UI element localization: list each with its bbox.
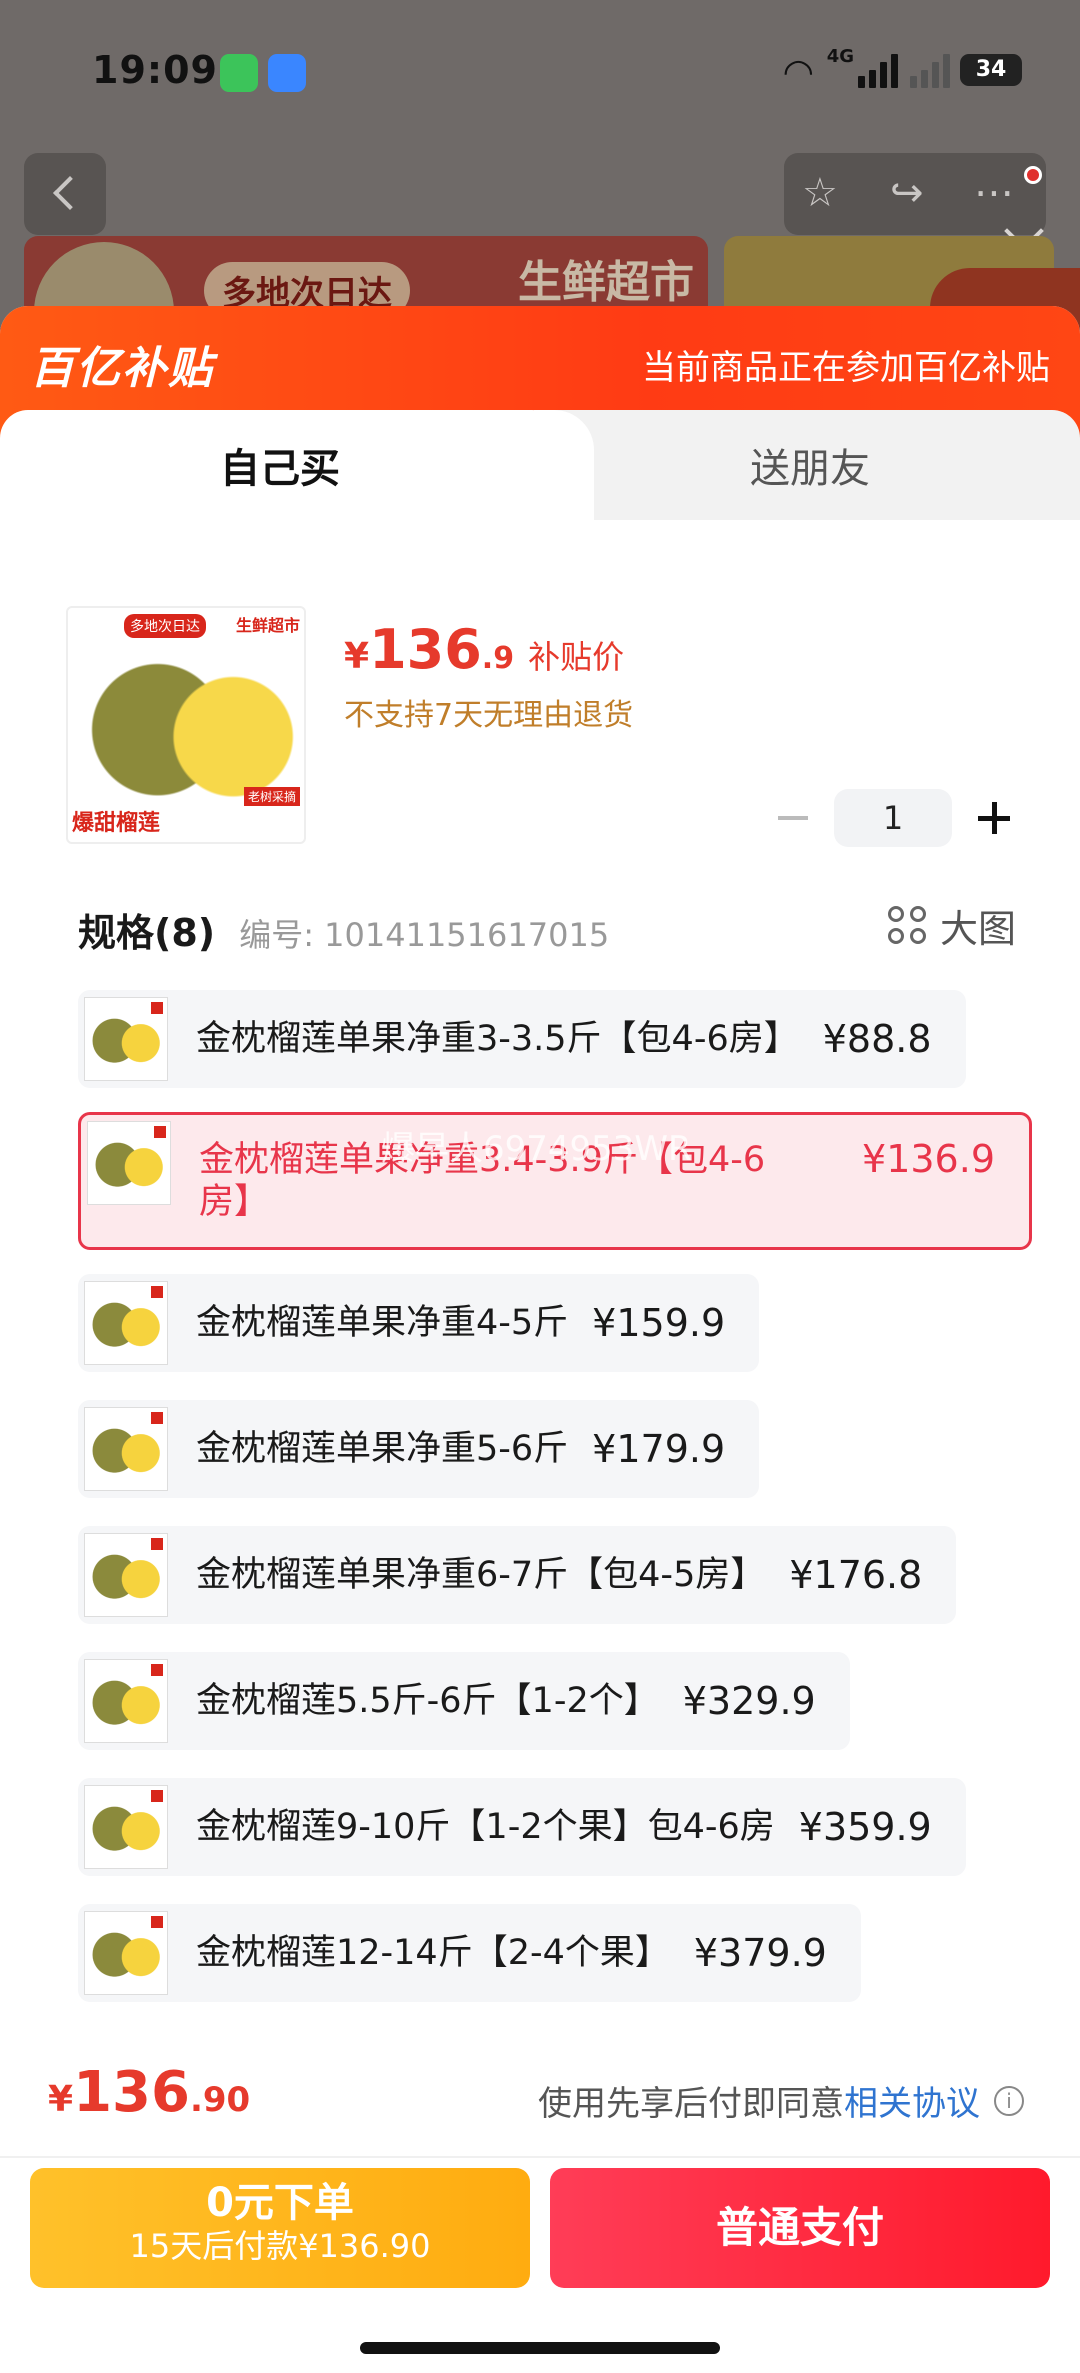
option-name: 金枕榴莲5.5斤-6斤【1-2个】 [196, 1681, 659, 1721]
banner-title: 生鲜超市 [518, 257, 694, 308]
network-type: 4G [826, 46, 854, 67]
divider [0, 2156, 1080, 2158]
option-thumbnail [84, 1659, 168, 1743]
share-icon[interactable]: ↪ [890, 171, 924, 215]
option-thumbnail [84, 1911, 168, 1995]
spec-option[interactable]: 金枕榴莲12-14斤【2-4个果】 ¥379.9 [78, 1904, 861, 2002]
price-integer: 136 [369, 618, 482, 681]
option-name: 金枕榴莲9-10斤【1-2个果】包4-6房 [196, 1807, 775, 1847]
spec-title: 规格(8) [78, 911, 216, 955]
option-thumbnail [87, 1121, 171, 1205]
tab-buy-self[interactable]: 自己买 [0, 410, 594, 520]
quantity-stepper: 1 [772, 788, 1014, 848]
price-decimal: .9 [481, 641, 515, 676]
quantity-value[interactable]: 1 [834, 789, 952, 847]
option-name: 金枕榴莲单果净重3-3.5斤【包4-6房】 [196, 1019, 799, 1059]
signal-bars-secondary-icon [910, 52, 950, 88]
spec-option[interactable]: 金枕榴莲单果净重3-3.5斤【包4-6房】 ¥88.8 [78, 990, 966, 1088]
option-name: 金枕榴莲单果净重6-7斤【包4-5房】 [196, 1555, 766, 1595]
spec-option-selected[interactable]: 金枕榴莲单果净重3.4-3.9斤【包4-6房】 ¥136.9 爆早人697495… [78, 1112, 1032, 1250]
spec-option[interactable]: 金枕榴莲9-10斤【1-2个果】包4-6房 ¥359.9 [78, 1778, 966, 1876]
option-name: 金枕榴莲单果净重3.4-3.9斤【包4-6房】 [199, 1140, 766, 1222]
image-tag: 生鲜超市 [235, 616, 300, 635]
spec-header: 规格(8) 编号: 10141151617015 [78, 902, 609, 957]
tab-label: 自己买 [220, 446, 340, 492]
option-name: 金枕榴莲单果净重4-5斤 [196, 1303, 569, 1343]
signal-bars-icon [858, 52, 898, 88]
option-thumbnail [84, 997, 168, 1081]
checkout-bar: ¥ 136 .90 使用先享后付即同意 相关协议 i 0元下单 15天后付款¥1… [0, 2020, 1080, 2373]
option-price: ¥359.9 [798, 1805, 932, 1849]
return-policy-note: 不支持7天无理由退货 [344, 698, 634, 733]
product-image[interactable]: 多地次日达 生鲜超市 老树采摘 爆甜榴莲 [66, 606, 306, 844]
product-price: ¥ 136 .9 补贴价 [344, 618, 624, 681]
price-label: 补贴价 [528, 638, 625, 676]
total-decimal: .90 [189, 2080, 251, 2120]
app-notification-icon [268, 54, 306, 92]
option-price: ¥136.9 [862, 1137, 995, 1181]
option-thumbnail [84, 1533, 168, 1617]
spec-option[interactable]: 金枕榴莲单果净重6-7斤【包4-5房】 ¥176.8 [78, 1526, 957, 1624]
subsidy-note: 当前商品正在参加百亿补贴 [642, 348, 1050, 388]
pay-later-button[interactable]: 0元下单 15天后付款¥136.90 [30, 2168, 530, 2288]
option-price: ¥88.8 [822, 1017, 932, 1061]
spec-option[interactable]: 金枕榴莲单果净重5-6斤 ¥179.9 [78, 1400, 760, 1498]
spec-code: 编号: 10141151617015 [239, 916, 610, 954]
tab-label: 送朋友 [750, 446, 870, 492]
spec-option[interactable]: 金枕榴莲单果净重4-5斤 ¥159.9 [78, 1274, 760, 1372]
wifi-icon: ◠ [782, 52, 814, 93]
big-view-button[interactable]: 大图 [887, 898, 1016, 953]
tab-gift-friend[interactable]: 送朋友 [540, 410, 1080, 520]
notification-dot [1024, 166, 1042, 184]
star-icon[interactable]: ☆ [802, 171, 838, 215]
option-thumbnail [84, 1785, 168, 1869]
image-tag: 爆甜榴莲 [72, 811, 161, 836]
option-thumbnail [84, 1407, 168, 1491]
spec-option[interactable]: 金枕榴莲5.5斤-6斤【1-2个】 ¥329.9 [78, 1652, 850, 1750]
big-view-label: 大图 [939, 907, 1016, 951]
total-integer: 136 [73, 2060, 190, 2125]
home-indicator [360, 2342, 720, 2354]
option-name: 金枕榴莲单果净重5-6斤 [196, 1429, 569, 1469]
grid-icon [887, 905, 928, 946]
battery-icon: 34 [960, 54, 1022, 86]
option-name: 金枕榴莲12-14斤【2-4个果】 [196, 1933, 670, 1973]
normal-pay-button[interactable]: 普通支付 [550, 2168, 1050, 2288]
pay-later-subtitle: 15天后付款¥136.90 [129, 2227, 431, 2265]
info-icon[interactable]: i [994, 2085, 1024, 2116]
image-tag: 多地次日达 [124, 614, 206, 638]
sku-card: 多地次日达 生鲜超市 老树采摘 爆甜榴莲 ¥ 136 .9 补贴价 不支持7天无… [30, 520, 1050, 2020]
option-price: ¥179.9 [592, 1427, 726, 1471]
subsidy-logo: 百亿补贴 [30, 343, 214, 394]
option-price: ¥379.9 [693, 1931, 827, 1975]
price-currency: ¥ [344, 636, 370, 677]
status-bar: 19:09 ◠ 4G 34 [0, 0, 1080, 140]
back-button[interactable] [24, 153, 106, 235]
agreement-text: 使用先享后付即同意 [538, 2084, 844, 2124]
option-price: ¥159.9 [592, 1301, 726, 1345]
option-price: ¥176.8 [789, 1553, 923, 1597]
minus-icon[interactable] [772, 788, 812, 848]
status-time: 19:09 [92, 48, 218, 92]
image-tag: 老树采摘 [243, 787, 300, 806]
agreement-note: 使用先享后付即同意 相关协议 i [538, 2076, 1024, 2125]
wechat-icon [220, 54, 258, 92]
purchase-tabs: 送朋友 自己买 [0, 410, 1080, 520]
total-price: ¥ 136 .90 [48, 2060, 250, 2125]
option-price: ¥329.9 [682, 1679, 816, 1723]
agreement-link[interactable]: 相关协议 [844, 2076, 980, 2125]
more-icon[interactable]: ⋯ [974, 171, 1014, 215]
sku-panel: 多地次日达 生鲜超市 老树采摘 爆甜榴莲 ¥ 136 .9 补贴价 不支持7天无… [0, 520, 1080, 2020]
total-currency: ¥ [48, 2079, 74, 2120]
pay-later-title: 0元下单 [206, 2180, 354, 2226]
option-thumbnail [84, 1281, 168, 1365]
plus-icon[interactable] [974, 788, 1014, 848]
